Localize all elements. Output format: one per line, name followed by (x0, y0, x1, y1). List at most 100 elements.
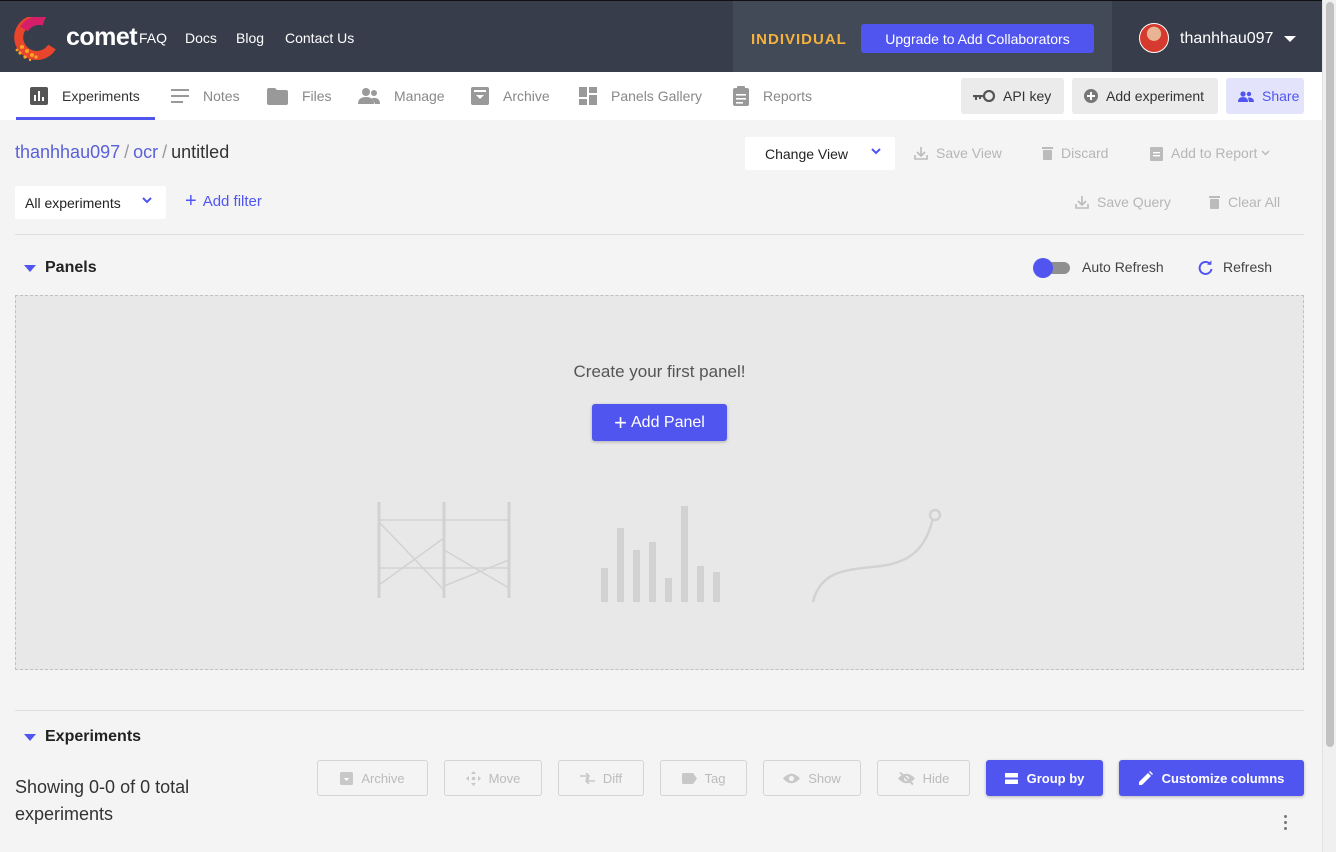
username[interactable]: thanhhau097 (1180, 30, 1273, 48)
bar-chart-illustration (601, 506, 720, 602)
archive-icon (340, 771, 354, 785)
folder-icon (267, 87, 288, 105)
api-key-label: API key (1003, 88, 1052, 104)
diff-button[interactable]: Diff (558, 760, 644, 796)
toggle-knob (1033, 258, 1053, 278)
panels-title: Panels (45, 259, 97, 276)
customize-columns-label: Customize columns (1161, 770, 1285, 786)
nav-contact-link[interactable]: Contact Us (285, 30, 354, 46)
add-filter-button[interactable]: + Add filter (185, 190, 262, 212)
plan-box: INDIVIDUAL Upgrade to Add Collaborators (733, 1, 1112, 73)
archive-label: Archive (361, 770, 405, 786)
hide-button[interactable]: Hide (877, 760, 970, 796)
api-key-button[interactable]: API key (961, 78, 1064, 114)
panels-section-toggle[interactable]: Panels (24, 259, 97, 277)
customize-columns-button[interactable]: Customize columns (1119, 760, 1304, 796)
move-label: Move (488, 770, 521, 786)
nav-faq-link[interactable]: FAQ (139, 30, 167, 46)
bar-chart-icon (30, 87, 48, 105)
chevron-down-icon (142, 197, 152, 204)
clear-all-label: Clear All (1228, 194, 1281, 210)
panels-empty-area: Create your first panel! + Add Panel (15, 295, 1304, 670)
discard-button[interactable]: Discard (1042, 145, 1108, 161)
move-button[interactable]: Move (444, 760, 542, 796)
tab-reports[interactable]: Reports (733, 72, 812, 120)
tab-experiments[interactable]: Experiments (30, 72, 140, 120)
people-icon (1238, 90, 1254, 102)
pencil-icon (1138, 771, 1153, 785)
breadcrumb-workspace[interactable]: thanhhau097 (15, 142, 120, 162)
tag-button[interactable]: Tag (660, 760, 747, 796)
group-icon (1004, 772, 1018, 784)
scrollbar-thumb[interactable] (1326, 2, 1334, 747)
key-icon (973, 90, 995, 102)
add-panel-label: Add Panel (631, 413, 705, 431)
report-icon (733, 86, 749, 106)
notes-icon (171, 89, 189, 103)
tab-label: Panels Gallery (611, 88, 703, 104)
auto-refresh-toggle[interactable] (1033, 258, 1070, 278)
archive-button[interactable]: Archive (317, 760, 428, 796)
active-tab-indicator (16, 117, 155, 120)
tab-files[interactable]: Files (267, 72, 332, 120)
breadcrumb-view: untitled (171, 142, 230, 162)
vertical-scrollbar[interactable] (1322, 0, 1336, 852)
tab-label: Reports (763, 88, 813, 104)
save-view-button[interactable]: Save View (914, 145, 1002, 161)
share-button[interactable]: Share (1226, 78, 1304, 114)
tab-manage[interactable]: Manage (358, 72, 445, 120)
share-label: Share (1262, 88, 1300, 104)
change-view-dropdown[interactable]: Change View (745, 137, 895, 170)
add-circle-icon (1084, 89, 1098, 103)
change-view-label: Change View (765, 145, 849, 162)
nav-blog-link[interactable]: Blog (236, 30, 264, 46)
experiment-count-summary: Showing 0-0 of 0 total experiments (15, 777, 190, 824)
tab-label: Notes (203, 88, 240, 104)
save-query-button[interactable]: Save Query (1075, 194, 1171, 210)
upgrade-button[interactable]: Upgrade to Add Collaborators (861, 24, 1094, 53)
add-panel-button[interactable]: + Add Panel (592, 404, 727, 441)
caret-down-icon[interactable] (1284, 36, 1296, 42)
clear-all-button[interactable]: Clear All (1209, 194, 1280, 210)
add-to-report-button[interactable]: Add to Report (1150, 145, 1278, 161)
plus-icon: + (185, 190, 197, 212)
refresh-icon (1198, 259, 1213, 275)
comet-logo[interactable]: comet (14, 17, 138, 61)
breadcrumb-separator: / (162, 142, 168, 162)
top-navigation-bar: comet FAQ Docs Blog Contact Us INDIVIDUA… (0, 0, 1322, 73)
add-experiment-label: Add experiment (1106, 88, 1205, 104)
tab-notes[interactable]: Notes (171, 72, 240, 120)
divider (15, 234, 1304, 235)
breadcrumb: thanhhau097/ocr / untitled (15, 142, 229, 163)
breadcrumb-project[interactable]: ocr (133, 142, 158, 162)
collapse-triangle-icon (24, 264, 36, 272)
group-by-label: Group by (1026, 770, 1085, 786)
comet-logo-icon (14, 17, 56, 61)
group-by-button[interactable]: Group by (986, 760, 1103, 796)
chevron-down-icon (871, 148, 881, 155)
add-experiment-button[interactable]: Add experiment (1072, 78, 1218, 114)
diff-label: Diff (602, 770, 623, 786)
tab-archive[interactable]: Archive (471, 72, 550, 120)
experiments-filter-dropdown[interactable]: All experiments (15, 186, 166, 219)
report-icon (1150, 146, 1163, 161)
discard-label: Discard (1061, 145, 1109, 161)
download-icon (914, 147, 928, 160)
refresh-button[interactable]: Refresh (1198, 259, 1272, 275)
avatar[interactable] (1139, 23, 1169, 53)
divider (15, 710, 1304, 711)
collapse-triangle-icon (24, 733, 36, 741)
tab-label: Files (302, 88, 332, 104)
refresh-label: Refresh (1223, 259, 1273, 275)
compare-icon (579, 772, 595, 784)
experiments-section-toggle[interactable]: Experiments (24, 728, 141, 746)
more-options-icon[interactable] (1283, 815, 1289, 831)
show-button[interactable]: Show (763, 760, 861, 796)
brand-name: comet (66, 23, 138, 51)
add-filter-label: Add filter (202, 193, 262, 210)
tab-label: Manage (394, 88, 445, 104)
move-icon (465, 770, 481, 786)
add-to-report-label: Add to Report (1171, 145, 1258, 161)
tab-panels-gallery[interactable]: Panels Gallery (579, 72, 702, 120)
nav-docs-link[interactable]: Docs (185, 30, 217, 46)
